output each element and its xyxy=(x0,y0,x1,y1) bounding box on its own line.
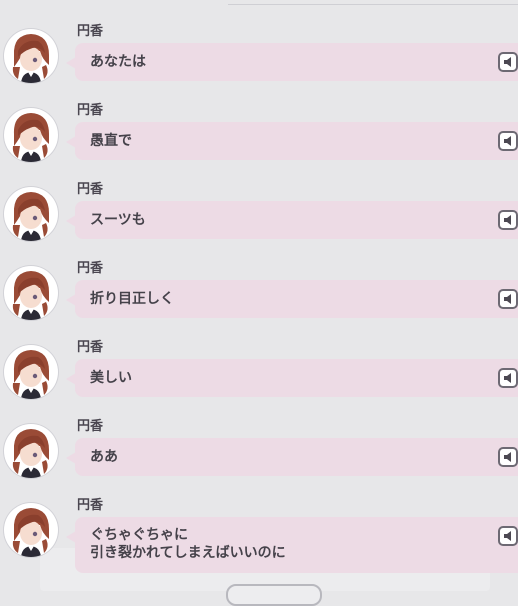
speaker-icon[interactable] xyxy=(498,131,518,151)
character-avatar-icon xyxy=(4,345,58,399)
speaker-icon[interactable] xyxy=(498,447,518,467)
speaker-icon[interactable] xyxy=(498,368,518,388)
bubble-tail xyxy=(66,136,76,148)
character-avatar-icon xyxy=(4,29,58,83)
character-avatar-icon xyxy=(4,187,58,241)
message-bubble: ぐちゃぐちゃに 引き裂かれてしまえばいいのに xyxy=(66,517,518,573)
character-avatar-icon xyxy=(4,424,58,478)
message-text: 美しい xyxy=(90,370,132,386)
speaker-name: 円香 xyxy=(77,24,104,39)
message-row: 円香 ぐちゃぐちゃに 引き裂かれてしまえばいいのに xyxy=(0,498,518,578)
message-row: 円香 愚直で xyxy=(0,103,518,163)
bubble-tail xyxy=(66,215,76,227)
background-dialog-button xyxy=(226,584,322,606)
speaker-name: 円香 xyxy=(77,340,104,355)
speaker-name: 円香 xyxy=(77,261,104,276)
message-bubble: 愚直で xyxy=(66,122,518,160)
speaker-name: 円香 xyxy=(77,103,104,118)
character-avatar-icon xyxy=(4,266,58,320)
message-bubble: 美しい xyxy=(66,359,518,397)
speaker-icon[interactable] xyxy=(498,289,518,309)
message-text: 折り目正しく xyxy=(90,291,174,307)
message-row: 円香 美しい xyxy=(0,340,518,400)
speaker-name: 円香 xyxy=(77,182,104,197)
message-bubble: あなたは xyxy=(66,43,518,81)
bubble-tail xyxy=(66,294,76,306)
message-text: ぐちゃぐちゃに 引き裂かれてしまえばいいのに xyxy=(90,527,286,561)
speaker-name: 円香 xyxy=(77,498,104,513)
speaker-name: 円香 xyxy=(77,419,104,434)
speaker-icon[interactable] xyxy=(498,526,518,546)
bubble-tail xyxy=(66,57,76,69)
top-divider xyxy=(228,4,518,5)
message-row: 円香 あなたは xyxy=(0,24,518,84)
bubble-tail xyxy=(66,531,76,543)
bubble-tail xyxy=(66,373,76,385)
message-bubble: スーツも xyxy=(66,201,518,239)
message-row: 円香 ああ xyxy=(0,419,518,479)
speaker-icon[interactable] xyxy=(498,52,518,72)
message-row: 円香 折り目正しく xyxy=(0,261,518,321)
message-text: スーツも xyxy=(90,212,146,228)
message-row: 円香 スーツも xyxy=(0,182,518,242)
character-avatar-icon xyxy=(4,503,58,557)
character-avatar-icon xyxy=(4,108,58,162)
message-bubble: ああ xyxy=(66,438,518,476)
message-text: ああ xyxy=(90,449,118,465)
speaker-icon[interactable] xyxy=(498,210,518,230)
bubble-tail xyxy=(66,452,76,464)
message-bubble: 折り目正しく xyxy=(66,280,518,318)
message-text: あなたは xyxy=(90,54,146,70)
message-text: 愚直で xyxy=(90,133,132,149)
